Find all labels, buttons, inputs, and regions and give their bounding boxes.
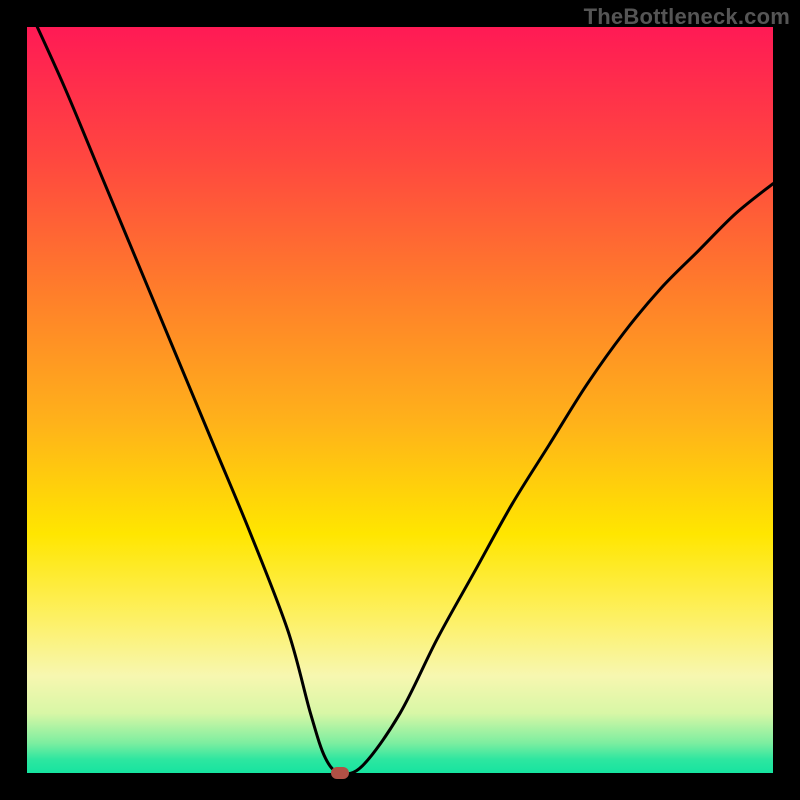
bottleneck-curve [27, 27, 773, 773]
plot-area [27, 27, 773, 773]
chart-frame: TheBottleneck.com [0, 0, 800, 800]
minimum-marker [331, 767, 349, 779]
